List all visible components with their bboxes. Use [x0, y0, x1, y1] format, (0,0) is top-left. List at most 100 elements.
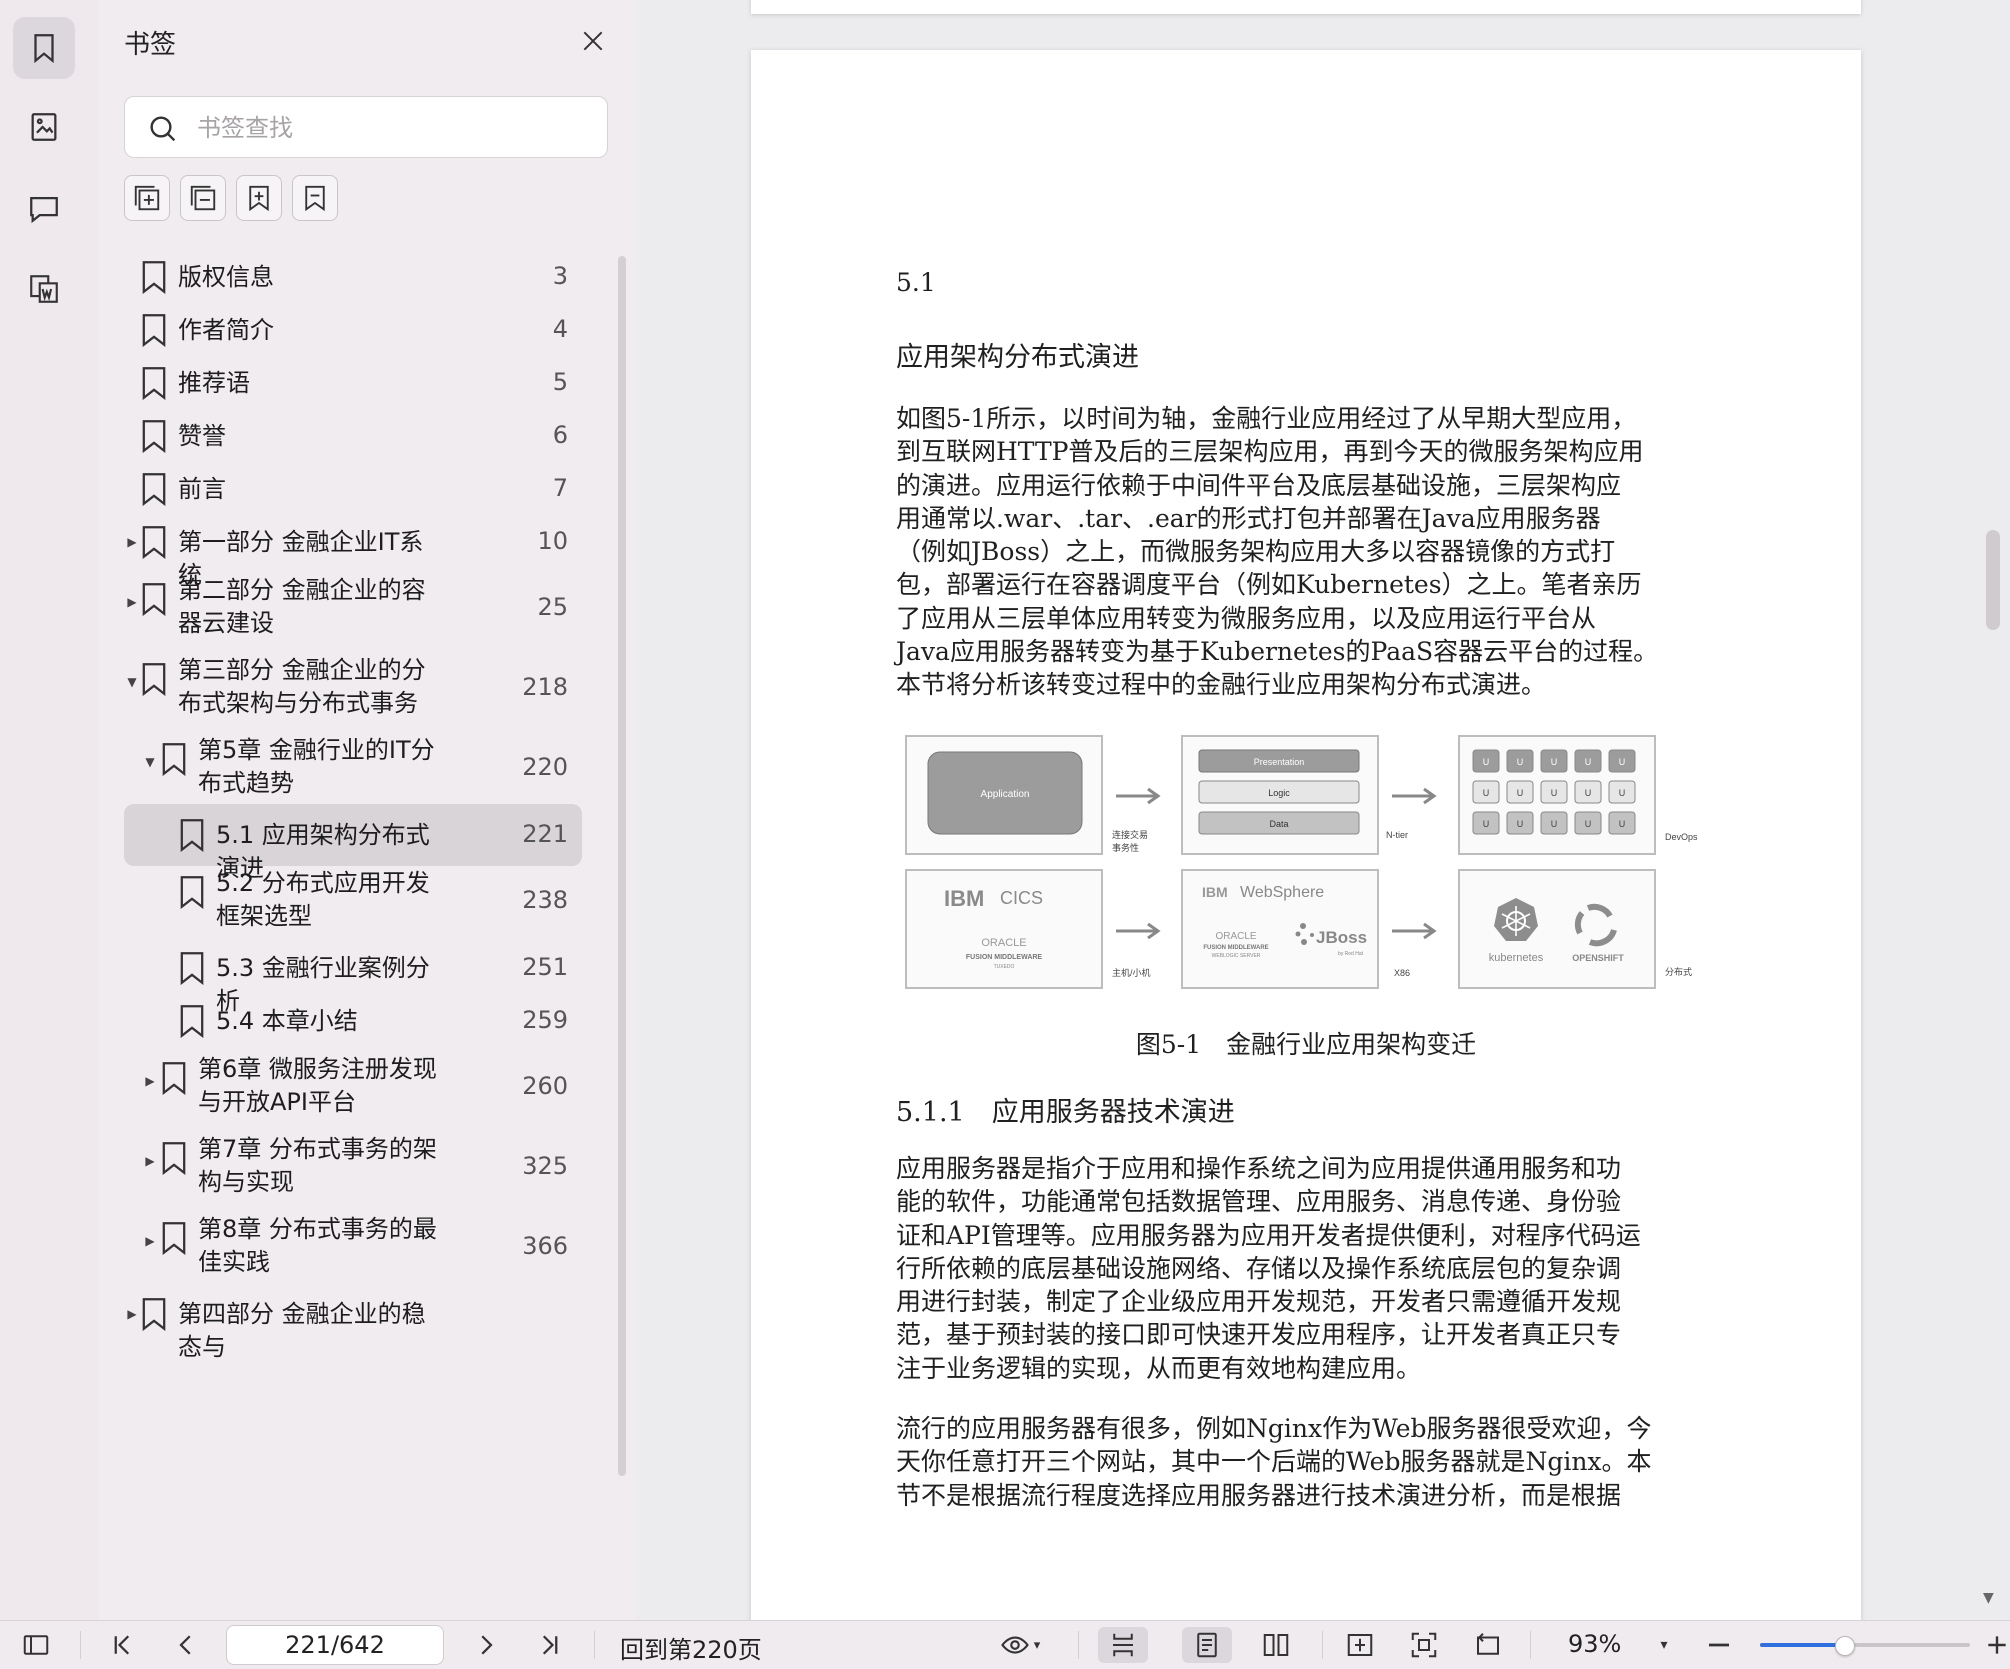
divider: [80, 1631, 81, 1659]
zoom-slider-handle[interactable]: [1835, 1636, 1855, 1656]
expand-all-button[interactable]: [124, 175, 170, 221]
bookmark-item[interactable]: 推荐语 5: [124, 356, 582, 409]
delete-bookmark-button[interactable]: [292, 175, 338, 221]
bookmark-item[interactable]: ▼ 第三部分 金融企业的分布式架构与分布式事务 218: [124, 648, 582, 728]
figure-label-distributed: 分布式: [1665, 966, 1692, 977]
bookmark-flag-icon: [305, 185, 325, 212]
first-page-icon: [114, 1635, 130, 1655]
section-number: 5.1: [896, 268, 936, 297]
arrow-icon: [1392, 922, 1437, 940]
zoom-in-button[interactable]: [1984, 1627, 2010, 1663]
bookmark-item[interactable]: 前言 7: [124, 462, 582, 515]
bookmark-item-label: 前言: [178, 474, 226, 503]
bookmark-item[interactable]: ▶ 第一部分 金融企业IT系统 10: [124, 515, 582, 589]
bookmark-icon: [180, 876, 204, 909]
bookmark-item-page: 251: [522, 952, 568, 981]
bookmark-search-input[interactable]: [195, 107, 589, 149]
caret-down-icon[interactable]: ▼: [124, 674, 140, 690]
bookmark-item[interactable]: 5.2 分布式应用开发框架选型 238: [124, 861, 582, 941]
bookmark-search[interactable]: [124, 96, 608, 158]
bookmark-item[interactable]: ▶ 第8章 分布式事务的最佳实践 366: [124, 1207, 582, 1287]
bookmark-panel: 书签 版权信息3作者简介4推荐语5赞誉6前言7▶第一部分 金融企业IT系统10▶…: [98, 0, 637, 1620]
word-convert-icon[interactable]: [13, 258, 75, 320]
fit-page-button[interactable]: [1404, 1627, 1444, 1663]
bookmark-item[interactable]: 作者简介 4: [124, 303, 582, 356]
ibm-logo-small: IBM: [1202, 884, 1228, 900]
caret-right-icon[interactable]: ▶: [142, 1073, 158, 1089]
insert-bookmark-icon: [249, 185, 269, 212]
caret-down-icon[interactable]: ▼: [142, 754, 158, 770]
presentation-label: Presentation: [1254, 757, 1305, 767]
bookmark-item[interactable]: 赞誉 6: [124, 409, 582, 462]
continuous-page-icon: [1113, 1633, 1133, 1657]
jboss-logo: JBoss: [1316, 928, 1367, 947]
add-bookmark-button[interactable]: [236, 175, 282, 221]
data-label: Data: [1269, 819, 1288, 829]
bookmark-item[interactable]: ▶ 第二部分 金融企业的容器云建设 25: [124, 568, 582, 648]
single-page-button[interactable]: [1182, 1627, 1232, 1663]
zoom-out-button[interactable]: [1704, 1627, 1734, 1663]
bookmark-item[interactable]: 5.1 应用架构分布式演进 221: [124, 804, 582, 882]
zoom-slider[interactable]: [1760, 1636, 1970, 1656]
microservice-cell-label: U: [1483, 788, 1490, 798]
bookmark-icon: [162, 1222, 186, 1255]
microservice-cell-label: U: [1619, 819, 1626, 829]
bookmark-item[interactable]: ▼ 第5章 金融行业的IT分布式趋势 220: [124, 728, 582, 808]
caret-right-icon[interactable]: ▶: [142, 1153, 158, 1169]
rotate-button[interactable]: [1468, 1627, 1508, 1663]
paragraph-line: Java应用服务器转变为基于Kubernetes的PaaS容器云平台的过程。: [896, 637, 1659, 667]
caret-right-icon[interactable]: ▶: [142, 1233, 158, 1249]
remove-bookmark-icon: [190, 185, 216, 211]
bookmark-icon: [180, 1004, 204, 1038]
figure-label-devops: DevOps: [1665, 832, 1698, 842]
bookmark-icon: [162, 1142, 186, 1175]
view-mode-dropdown[interactable]: ▾: [990, 1627, 1050, 1663]
bookmark-item[interactable]: ▶ 第7章 分布式事务的架构与实现 325: [124, 1127, 582, 1207]
previous-page-button[interactable]: [170, 1627, 202, 1663]
bookmark-icon: [142, 583, 166, 616]
bookmark-item-page: 259: [522, 1005, 568, 1034]
page-number-input[interactable]: [226, 1625, 444, 1665]
next-page-button[interactable]: [470, 1627, 502, 1663]
bookmark-icon: [162, 743, 186, 776]
continuous-scroll-button[interactable]: [1098, 1627, 1148, 1663]
close-panel-button[interactable]: [574, 22, 612, 60]
last-page-button[interactable]: [534, 1627, 566, 1663]
zoom-dropdown-chevron-icon[interactable]: ▾: [1652, 1627, 1676, 1663]
sidebar-rail: [0, 0, 99, 1620]
section-title: 应用架构分布式演进: [896, 342, 1139, 373]
caret-right-icon[interactable]: ▶: [124, 534, 140, 550]
zoom-level[interactable]: 93%: [1568, 1630, 1621, 1658]
microservice-cell-label: U: [1619, 788, 1626, 798]
bookmark-item[interactable]: ▶ 第四部分 金融企业的稳态与: [124, 1287, 582, 1361]
document-scrollbar[interactable]: [1986, 530, 2000, 630]
bookmark-icon: [142, 260, 166, 294]
scroll-down-arrow-icon[interactable]: ▼: [1983, 1590, 1994, 1606]
bookmark-item[interactable]: 5.3 金融行业案例分析 251: [124, 941, 582, 1015]
toggle-sidebar-button[interactable]: [18, 1627, 54, 1663]
bookmark-item[interactable]: ▶ 第6章 微服务注册发现与开放API平台 260: [124, 1047, 582, 1127]
paragraph-line: 用通常以.war、.tar、.ear的形式打包并部署在Java应用服务器: [896, 503, 1601, 533]
bookmark-item-label: 第8章 分布式事务的最佳实践: [198, 1215, 437, 1276]
two-page-button[interactable]: [1256, 1627, 1296, 1663]
paragraph-line: 节不是根据流行程度选择应用服务器进行技术演进分析，而是根据: [896, 1480, 1622, 1510]
bookmark-item[interactable]: 5.4 本章小结 259: [124, 994, 582, 1047]
paragraph-1: 如图5-1所示，以时间为轴，金融行业应用经过了从早期大型应用， 到互联网HTTP普…: [896, 402, 1716, 702]
bookmark-item-label: 第5章 金融行业的IT分布式趋势: [198, 736, 435, 797]
bookmark-panel-icon[interactable]: [13, 17, 75, 79]
comment-icon[interactable]: [13, 177, 75, 239]
paragraph-3: 流行的应用服务器有很多，例如Nginx作为Web服务器很受欢迎，今 天你任意打开三…: [896, 1412, 1716, 1512]
fit-page-icon: [1411, 1632, 1437, 1658]
thumbnail-icon[interactable]: [13, 96, 75, 158]
microservice-cell-label: U: [1483, 819, 1490, 829]
fit-width-button[interactable]: [1340, 1627, 1380, 1663]
back-to-page-link[interactable]: 回到第220页: [620, 1630, 762, 1665]
fusion-middleware-label: FUSION MIDDLEWARE: [966, 954, 1043, 961]
caret-right-icon[interactable]: ▶: [124, 1306, 140, 1322]
bottom-toolbar: 回到第220页 ▾ 93% ▾: [0, 1620, 2010, 1669]
caret-right-icon[interactable]: ▶: [124, 594, 140, 610]
collapse-all-button[interactable]: [180, 175, 226, 221]
bookmark-item[interactable]: 版权信息 3: [124, 250, 582, 303]
first-page-button[interactable]: [106, 1627, 138, 1663]
panel-scrollbar[interactable]: [618, 256, 626, 1476]
